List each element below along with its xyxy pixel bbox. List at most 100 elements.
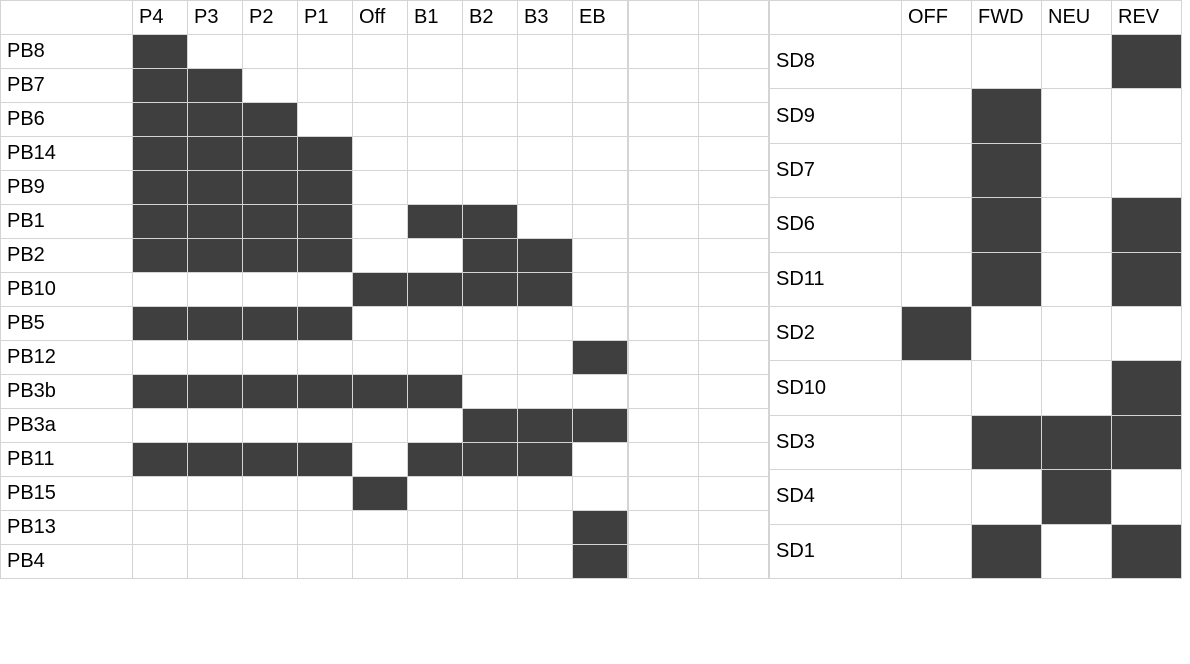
t1-cell [188, 171, 243, 205]
t1-cell [518, 409, 573, 443]
t1-cell [188, 511, 243, 545]
t2-cell [1042, 252, 1112, 306]
spacer-cell [699, 137, 769, 171]
t1-cell [243, 545, 298, 579]
t1-cell [518, 103, 573, 137]
t1-cell [573, 545, 628, 579]
t2-rowlabel: SD3 [770, 415, 902, 469]
t1-cell [188, 545, 243, 579]
t1-cell [463, 35, 518, 69]
t2-cell [1112, 252, 1182, 306]
t1-cell [133, 511, 188, 545]
t1-cell [463, 375, 518, 409]
spacer-cell [699, 205, 769, 239]
t1-cell [133, 477, 188, 511]
t1-cell [133, 273, 188, 307]
t1-rowlabel: PB1 [1, 205, 133, 239]
spacer-cell [629, 545, 699, 579]
t1-rowlabel: PB3b [1, 375, 133, 409]
t1-cell [353, 477, 408, 511]
spacer-cell [629, 137, 699, 171]
t2-cell [1042, 89, 1112, 143]
t1-rowlabel: PB14 [1, 137, 133, 171]
t1-cell [298, 137, 353, 171]
t1-cell [133, 137, 188, 171]
t2-cell [1042, 306, 1112, 360]
t1-cell [188, 137, 243, 171]
t1-cell [518, 35, 573, 69]
t1-cell [243, 511, 298, 545]
spacer-cell [699, 69, 769, 103]
t1-cell [518, 171, 573, 205]
t2-cell [1112, 198, 1182, 252]
spacer-grid [628, 0, 769, 579]
t1-cell [463, 137, 518, 171]
t1-cell [353, 409, 408, 443]
t1-cell [353, 511, 408, 545]
t1-cell [463, 103, 518, 137]
t2-cell [972, 306, 1042, 360]
t1-cell [133, 409, 188, 443]
t1-cell [298, 409, 353, 443]
t1-cell [463, 443, 518, 477]
t1-cell [243, 307, 298, 341]
t1-cell [243, 477, 298, 511]
t1-cell [573, 35, 628, 69]
t1-cell [298, 69, 353, 103]
t2-cell [1112, 415, 1182, 469]
spacer-cell [629, 409, 699, 443]
spacer-cell [699, 375, 769, 409]
t1-cell [408, 341, 463, 375]
t1-cell [463, 69, 518, 103]
t1-cell [243, 409, 298, 443]
t1-cell [573, 137, 628, 171]
t1-cell [518, 307, 573, 341]
spacer-cell [629, 443, 699, 477]
t1-cell [463, 477, 518, 511]
spacer-cell [699, 341, 769, 375]
t1-cell [518, 341, 573, 375]
t1-cell [573, 409, 628, 443]
t1-cell [353, 171, 408, 205]
t2-cell [1112, 89, 1182, 143]
t1-cell [243, 443, 298, 477]
t1-cell [133, 69, 188, 103]
spacer-cell [699, 1, 769, 35]
spacer-cell [629, 511, 699, 545]
t1-cell [518, 443, 573, 477]
t2-cell [1042, 524, 1112, 578]
t1-rowlabel: PB11 [1, 443, 133, 477]
t1-cell [518, 239, 573, 273]
t1-cell [408, 239, 463, 273]
t1-cell [408, 375, 463, 409]
t2-cell [1042, 361, 1112, 415]
t1-cell [463, 171, 518, 205]
t1-colhead: B1 [408, 1, 463, 35]
t2-cell [972, 361, 1042, 415]
t1-cell [298, 171, 353, 205]
t1-colhead: B3 [518, 1, 573, 35]
t1-cell [573, 239, 628, 273]
t1-cell [188, 409, 243, 443]
t2-rowlabel: SD11 [770, 252, 902, 306]
t1-cell [133, 545, 188, 579]
t1-colhead: P2 [243, 1, 298, 35]
t1-cell [408, 137, 463, 171]
t1-cell [188, 69, 243, 103]
t1-rowlabel: PB10 [1, 273, 133, 307]
t1-cell [133, 103, 188, 137]
t1-cell [518, 511, 573, 545]
t1-corner [1, 1, 133, 35]
t2-cell [902, 89, 972, 143]
t1-cell [573, 205, 628, 239]
t2-rowlabel: SD7 [770, 143, 902, 197]
t2-rowlabel: SD2 [770, 306, 902, 360]
t1-cell [408, 273, 463, 307]
t1-cell [243, 375, 298, 409]
t1-cell [298, 35, 353, 69]
t1-cell [573, 171, 628, 205]
spacer-cell [699, 171, 769, 205]
t1-cell [188, 375, 243, 409]
spacer-cell [629, 307, 699, 341]
t1-cell [518, 273, 573, 307]
